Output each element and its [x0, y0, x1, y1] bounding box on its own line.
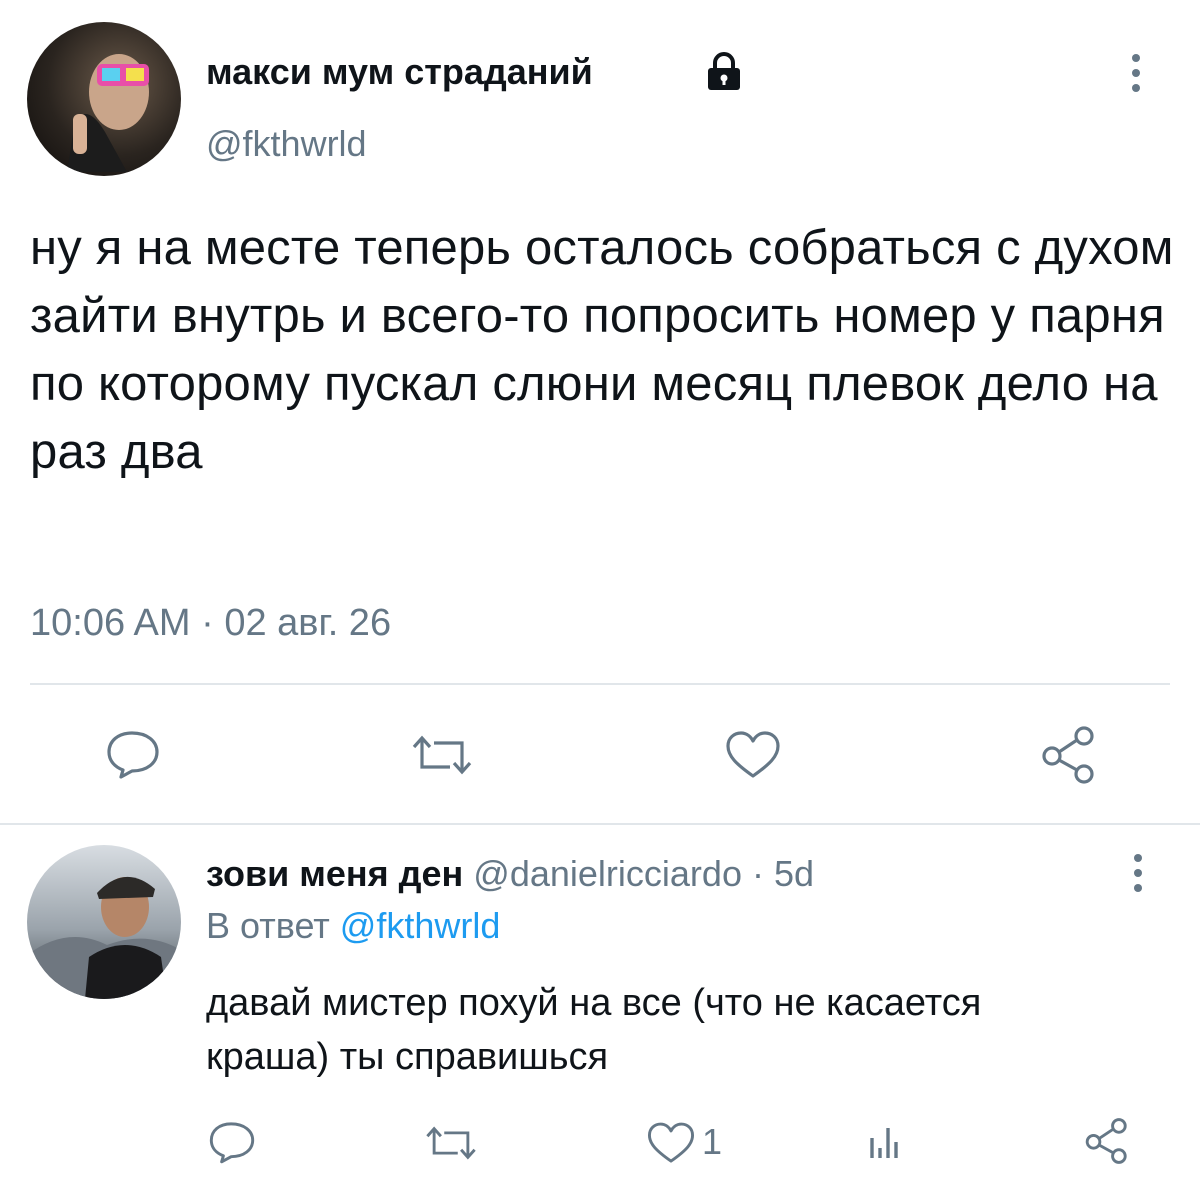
share-icon[interactable]	[1040, 726, 1098, 784]
section-divider	[0, 823, 1200, 825]
in-reply-to: В ответ @fkthwrld	[206, 904, 500, 948]
lock-icon	[705, 52, 743, 92]
reply-author-avatar[interactable]	[27, 845, 181, 999]
avatar-image	[67, 54, 149, 172]
author-handle[interactable]: @fkthwrld	[206, 122, 367, 166]
reply-icon[interactable]	[104, 729, 162, 779]
reply-like-icon[interactable]	[646, 1121, 696, 1165]
reply-like-count: 1	[702, 1121, 723, 1162]
author-name[interactable]: макси мум страданий	[206, 50, 593, 94]
like-icon[interactable]	[724, 730, 782, 780]
retweet-icon[interactable]	[410, 733, 474, 777]
reply-text: давай мистер похуй на все (что не касает…	[206, 982, 982, 1078]
tweet-text: ну я на месте теперь осталось собраться …	[30, 221, 1174, 479]
tweet-timestamp[interactable]: 10:06 AM · 02 авг. 26	[30, 600, 391, 646]
in-reply-handle-link[interactable]: @fkthwrld	[340, 905, 501, 946]
reply-age: · 5d	[751, 853, 815, 894]
in-reply-prefix: В ответ	[206, 905, 330, 946]
reply-more-options-icon[interactable]	[1126, 852, 1150, 898]
reply-share-icon[interactable]	[1084, 1118, 1130, 1164]
reply-author-name[interactable]: зови меня ден	[206, 853, 463, 894]
reply-author-handle[interactable]: @danielricciardo	[473, 853, 742, 894]
tweet-divider	[30, 683, 1170, 685]
reply-avatar-image	[27, 876, 181, 999]
reply-retweet-icon[interactable]	[424, 1124, 478, 1162]
analytics-icon[interactable]	[866, 1124, 902, 1160]
author-avatar[interactable]	[27, 22, 181, 176]
more-options-icon[interactable]	[1124, 52, 1148, 98]
reply-header: зови меня ден @danielricciardo · 5d	[206, 852, 814, 896]
reply-reply-icon[interactable]	[207, 1120, 257, 1164]
